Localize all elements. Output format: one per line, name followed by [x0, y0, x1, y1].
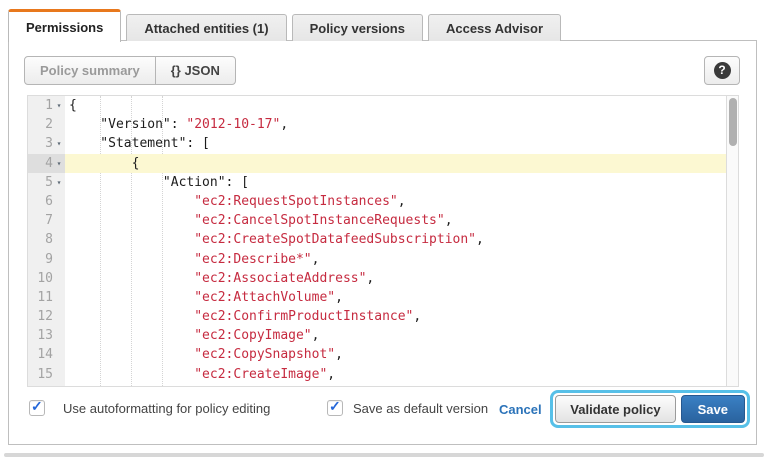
fold-arrow-icon[interactable]: ▾ [53, 96, 65, 115]
code-line[interactable]: 3▾ "Statement": [ [28, 134, 738, 153]
code-line[interactable]: 5▾ "Action": [ [28, 173, 738, 192]
code-text: "ec2:Describe*", [65, 250, 738, 269]
tab-permissions[interactable]: Permissions [8, 9, 121, 42]
line-number: 1 [45, 96, 53, 115]
code-text: "ec2:CopyImage", [65, 326, 738, 345]
save-button[interactable]: Save [681, 395, 745, 423]
gutter-cell: 8 [28, 230, 65, 249]
autoformat-checkbox[interactable]: ✓ [29, 400, 45, 416]
code-text: "Statement": [ [65, 134, 738, 153]
code-line[interactable]: 11 "ec2:AttachVolume", [28, 288, 738, 307]
policy-editor-page: PermissionsAttached entities (1)Policy v… [0, 0, 768, 460]
editor-scrollbar[interactable] [726, 96, 738, 386]
code-text: "ec2:CopySnapshot", [65, 345, 738, 364]
gutter-cell: 9 [28, 250, 65, 269]
help-button[interactable]: ? [704, 56, 740, 85]
button-focus-ring: Validate policy Save [550, 390, 750, 428]
line-number: 11 [37, 288, 53, 307]
line-number: 6 [45, 192, 53, 211]
gutter-cell: 12 [28, 307, 65, 326]
fold-arrow-icon[interactable]: ▾ [53, 173, 65, 192]
permissions-panel: Policy summary {} JSON ? 1▾{2 "Version":… [8, 40, 757, 445]
line-number: 8 [45, 230, 53, 249]
code-line[interactable]: 7 "ec2:CancelSpotInstanceRequests", [28, 211, 738, 230]
fold-arrow-icon[interactable]: ▾ [53, 134, 65, 153]
page-divider [4, 453, 764, 457]
gutter-cell: 4▾ [28, 154, 65, 173]
gutter-cell: 3▾ [28, 134, 65, 153]
line-number: 14 [37, 345, 53, 364]
code-line[interactable]: 10 "ec2:AssociateAddress", [28, 269, 738, 288]
code-lines: 1▾{2 "Version": "2012-10-17",3▾ "Stateme… [28, 96, 738, 384]
code-line[interactable]: 8 "ec2:CreateSpotDatafeedSubscription", [28, 230, 738, 249]
code-line[interactable]: 12 "ec2:ConfirmProductInstance", [28, 307, 738, 326]
fold-arrow-icon[interactable]: ▾ [53, 154, 65, 173]
code-text: { [65, 96, 738, 115]
code-text: "ec2:AssociateAddress", [65, 269, 738, 288]
line-number: 9 [45, 250, 53, 269]
gutter-cell: 2 [28, 115, 65, 134]
line-number: 13 [37, 326, 53, 345]
editor-toolbar: Policy summary {} JSON ? [9, 56, 756, 86]
line-number: 7 [45, 211, 53, 230]
code-text: "ec2:CreateImage", [65, 365, 738, 384]
code-text: "Action": [ [65, 173, 738, 192]
line-number: 15 [37, 365, 53, 384]
autoformat-label: Use autoformatting for policy editing [63, 401, 270, 416]
code-text: "ec2:RequestSpotInstances", [65, 192, 738, 211]
gutter-cell: 7 [28, 211, 65, 230]
gutter-cell: 5▾ [28, 173, 65, 192]
policy-summary-button[interactable]: Policy summary [25, 57, 155, 84]
code-line[interactable]: 6 "ec2:RequestSpotInstances", [28, 192, 738, 211]
json-button[interactable]: {} JSON [155, 57, 235, 84]
gutter-cell: 14 [28, 345, 65, 364]
check-icon: ✓ [329, 398, 341, 415]
code-text: "ec2:CancelSpotInstanceRequests", [65, 211, 738, 230]
line-number: 4 [45, 154, 53, 173]
line-number: 2 [45, 115, 53, 134]
default-version-label: Save as default version [353, 401, 488, 416]
code-line[interactable]: 14 "ec2:CopySnapshot", [28, 345, 738, 364]
gutter-cell: 6 [28, 192, 65, 211]
editor-footer: ✓ Use autoformatting for policy editing … [9, 387, 756, 437]
view-toggle: Policy summary {} JSON [24, 56, 236, 85]
code-text: "Version": "2012-10-17", [65, 115, 738, 134]
validate-policy-button[interactable]: Validate policy [555, 395, 675, 423]
line-number: 3 [45, 134, 53, 153]
code-line[interactable]: 13 "ec2:CopyImage", [28, 326, 738, 345]
line-number: 5 [45, 173, 53, 192]
default-version-checkbox[interactable]: ✓ [327, 400, 343, 416]
code-line[interactable]: 1▾{ [28, 96, 738, 115]
line-number: 10 [37, 269, 53, 288]
cancel-link[interactable]: Cancel [499, 402, 542, 417]
check-icon: ✓ [31, 398, 43, 415]
gutter-cell: 10 [28, 269, 65, 288]
code-text: "ec2:CreateSpotDatafeedSubscription", [65, 230, 738, 249]
line-number: 12 [37, 307, 53, 326]
scrollbar-thumb[interactable] [729, 98, 737, 146]
default-version-checkbox-group[interactable]: ✓ Save as default version [327, 400, 488, 416]
code-text: "ec2:ConfirmProductInstance", [65, 307, 738, 326]
question-icon: ? [714, 62, 731, 79]
code-line[interactable]: 2 "Version": "2012-10-17", [28, 115, 738, 134]
gutter-cell: 1▾ [28, 96, 65, 115]
autoformat-checkbox-group[interactable]: ✓ Use autoformatting for policy editing [29, 400, 270, 416]
tab-attached-entities[interactable]: Attached entities (1) [126, 14, 286, 41]
code-line[interactable]: 9 "ec2:Describe*", [28, 250, 738, 269]
tab-access-advisor[interactable]: Access Advisor [428, 14, 561, 41]
code-text: { [65, 154, 738, 173]
gutter-cell: 15 [28, 365, 65, 384]
code-text: "ec2:AttachVolume", [65, 288, 738, 307]
tab-policy-versions[interactable]: Policy versions [292, 14, 423, 41]
tab-bar: PermissionsAttached entities (1)Policy v… [8, 8, 561, 41]
gutter-cell: 13 [28, 326, 65, 345]
json-editor[interactable]: 1▾{2 "Version": "2012-10-17",3▾ "Stateme… [27, 95, 739, 387]
gutter-cell: 11 [28, 288, 65, 307]
code-line[interactable]: 4▾ { [28, 154, 738, 173]
code-line[interactable]: 15 "ec2:CreateImage", [28, 365, 738, 384]
